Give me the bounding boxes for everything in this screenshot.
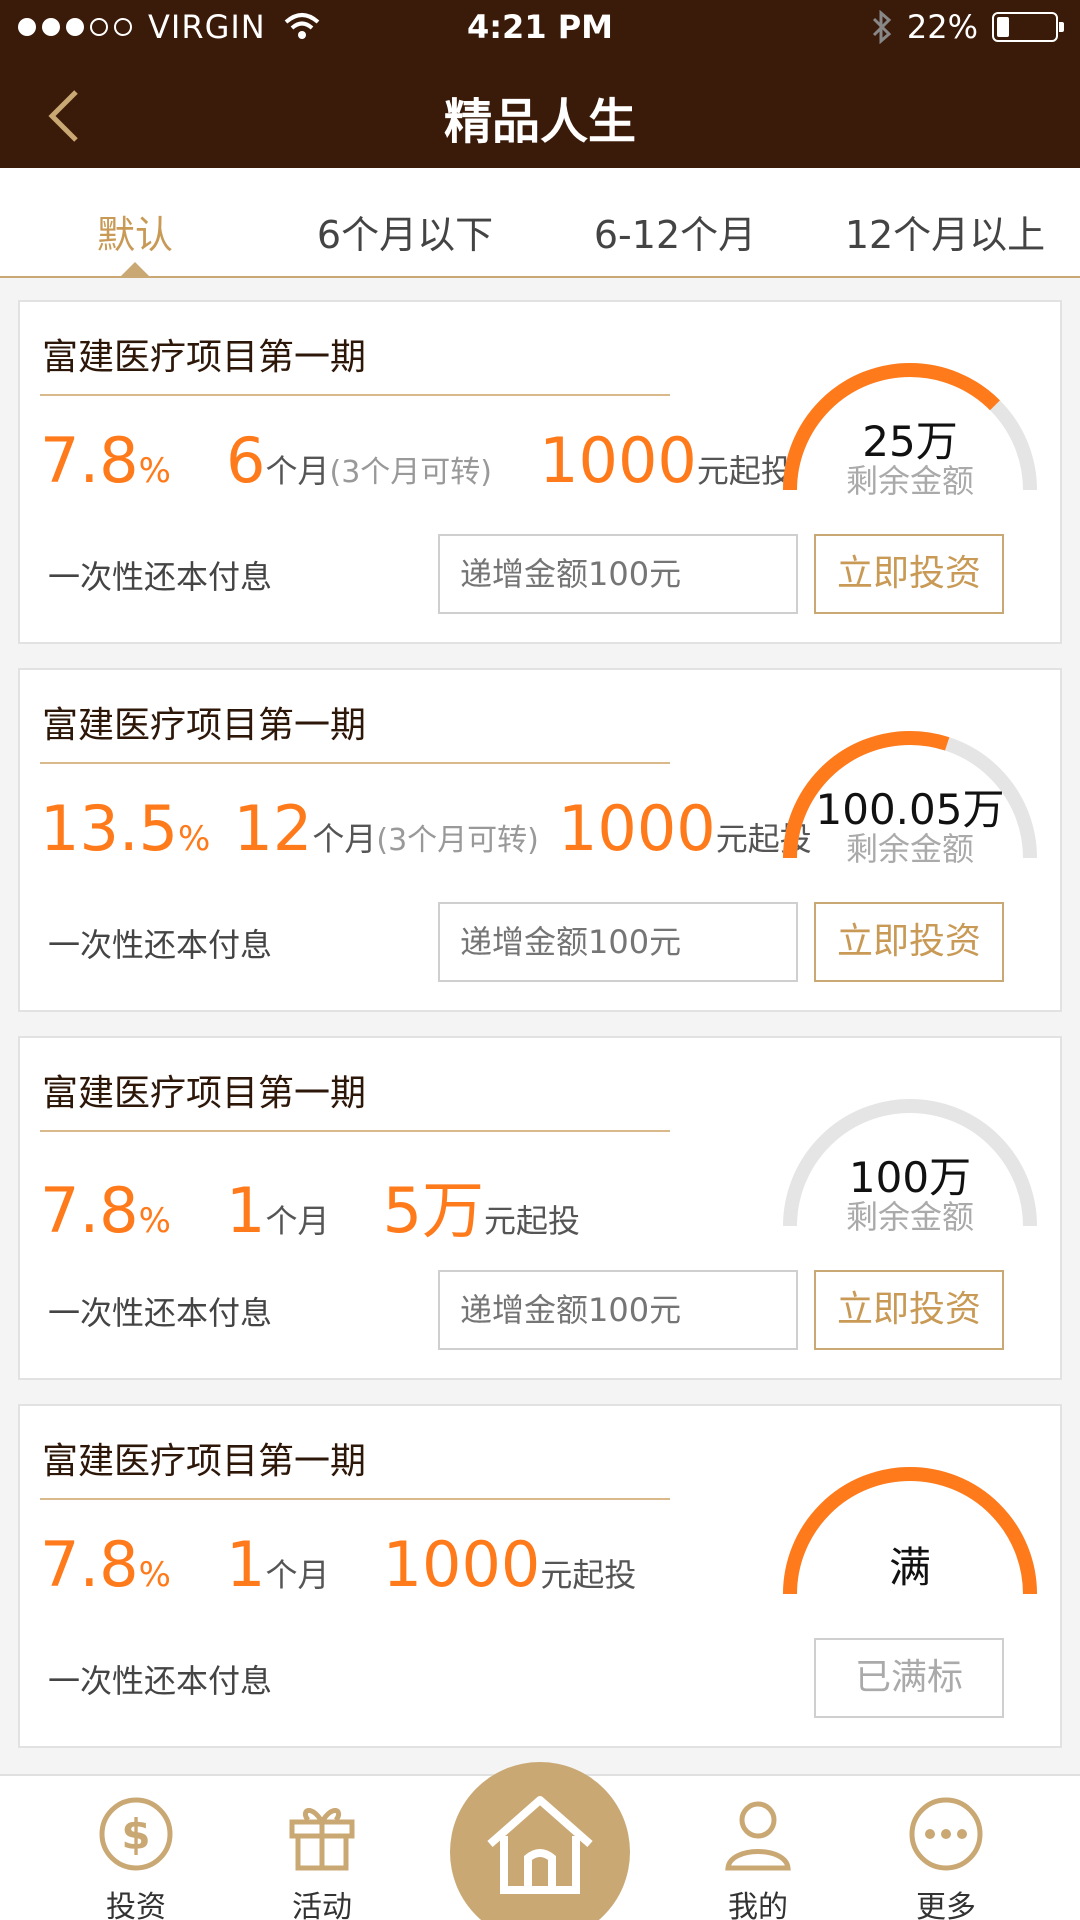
term-unit: 个月 <box>265 1556 330 1594</box>
rate-unit: % <box>138 451 171 491</box>
product-title: 富建医疗项目第一期 <box>42 1441 367 1482</box>
top-bar: VIRGIN 4:21 PM 22% 精品人生 <box>0 0 1080 168</box>
tab-default[interactable]: 默认 <box>0 168 270 278</box>
tab-over-12-months[interactable]: 12个月以上 <box>810 168 1080 276</box>
repayment-method: 一次性还本付息 <box>48 926 273 964</box>
term-unit: 个月 <box>265 452 330 490</box>
amount-input[interactable] <box>438 534 798 614</box>
battery-percent: 22% <box>906 8 978 46</box>
product-card: 富建医疗项目第一期 7.8% 1个月 5万元起投 100万 剩余金额 一次性还本… <box>18 1036 1062 1380</box>
battery-fill <box>997 17 1009 37</box>
product-title: 富建医疗项目第一期 <box>42 337 367 378</box>
full-label: 满 <box>888 1543 931 1592</box>
min-unit: 元起投 <box>540 1556 637 1594</box>
rate-unit: % <box>138 1555 171 1595</box>
repayment-method: 一次性还本付息 <box>48 558 273 596</box>
status-bar: VIRGIN 4:21 PM 22% <box>0 0 1080 56</box>
repayment-method: 一次性还本付息 <box>48 1662 273 1700</box>
dollar-icon: $ <box>99 1797 173 1871</box>
user-icon <box>725 1801 791 1871</box>
term-unit: 个月 <box>312 820 377 858</box>
min-amount: 5万 <box>382 1174 485 1247</box>
divider <box>40 394 670 396</box>
battery-icon <box>992 12 1064 42</box>
min-amount: 1000 <box>557 792 716 865</box>
filter-tabs: 默认 6个月以下 6-12个月 12个月以上 <box>0 168 1080 278</box>
page-title: 精品人生 <box>443 94 636 150</box>
rate-value: 7.8 <box>40 1528 139 1601</box>
term-value: 1 <box>226 1528 266 1601</box>
product-card: 富建医疗项目第一期 7.8% 1个月 1000元起投 满 一次性还本付息 已满标 <box>18 1404 1062 1748</box>
term-value: 12 <box>233 792 313 865</box>
min-amount: 1000 <box>382 1528 541 1601</box>
svg-text:$: $ <box>121 1810 150 1859</box>
product-card: 富建医疗项目第一期 7.8% 6个月(3个月可转) 1000元起投 25万 剩余… <box>18 300 1062 644</box>
product-card: 富建医疗项目第一期 13.5% 12个月(3个月可转) 1000元起投 100.… <box>18 668 1062 1012</box>
product-figures: 7.8% 1个月 5万元起投 <box>40 1160 580 1250</box>
nav-more-label: 更多 <box>916 1890 976 1920</box>
remaining-label: 剩余金额 <box>845 1198 974 1236</box>
divider <box>40 1498 670 1500</box>
term-note: (3个月可转) <box>329 455 492 490</box>
product-title: 富建医疗项目第一期 <box>42 1073 367 1114</box>
rate-value: 7.8 <box>40 424 139 497</box>
nav-mine[interactable]: 我的 <box>698 1794 818 1920</box>
divider <box>40 762 670 764</box>
amount-input[interactable] <box>438 1270 798 1350</box>
status-right: 22% <box>871 8 1064 46</box>
home-icon <box>487 1796 593 1894</box>
term-note: (3个月可转) <box>376 823 539 858</box>
term-unit: 个月 <box>265 1202 330 1240</box>
remaining-label: 剩余金额 <box>845 462 974 500</box>
remaining-label: 剩余金额 <box>845 830 974 868</box>
product-figures: 7.8% 1个月 1000元起投 <box>40 1528 636 1601</box>
tab-under-6-months[interactable]: 6个月以下 <box>270 168 540 276</box>
product-figures: 13.5% 12个月(3个月可转) 1000元起投 <box>40 792 812 865</box>
term-value: 1 <box>226 1174 266 1247</box>
bluetooth-icon <box>872 10 892 44</box>
tab-6-12-months[interactable]: 6-12个月 <box>540 168 810 276</box>
rate-unit: % <box>178 819 211 859</box>
nav-invest-label: 投资 <box>106 1890 166 1920</box>
term-value: 6 <box>226 424 266 497</box>
more-icon <box>909 1797 983 1871</box>
min-unit: 元起投 <box>696 452 793 490</box>
invest-button[interactable]: 立即投资 <box>814 534 1004 614</box>
product-title: 富建医疗项目第一期 <box>42 705 367 746</box>
rate-unit: % <box>138 1201 171 1241</box>
nav-activity[interactable]: 活动 <box>262 1794 382 1920</box>
nav-mine-label: 我的 <box>728 1890 788 1920</box>
repayment-method: 一次性还本付息 <box>48 1294 273 1332</box>
rate-value: 7.8 <box>40 1174 139 1247</box>
nav-activity-label: 活动 <box>292 1890 352 1920</box>
product-figures: 7.8% 6个月(3个月可转) 1000元起投 <box>40 424 793 497</box>
gift-icon <box>289 1808 355 1871</box>
nav-more[interactable]: 更多 <box>886 1794 1006 1920</box>
min-unit: 元起投 <box>484 1202 581 1240</box>
amount-input[interactable] <box>438 902 798 982</box>
divider <box>40 1130 670 1132</box>
min-amount: 1000 <box>539 424 697 497</box>
invest-button[interactable]: 立即投资 <box>814 902 1004 982</box>
full-button[interactable]: 已满标 <box>814 1638 1004 1718</box>
invest-button[interactable]: 立即投资 <box>814 1270 1004 1350</box>
nav-invest[interactable]: $ 投资 <box>76 1794 196 1920</box>
rate-value: 13.5 <box>40 792 179 865</box>
